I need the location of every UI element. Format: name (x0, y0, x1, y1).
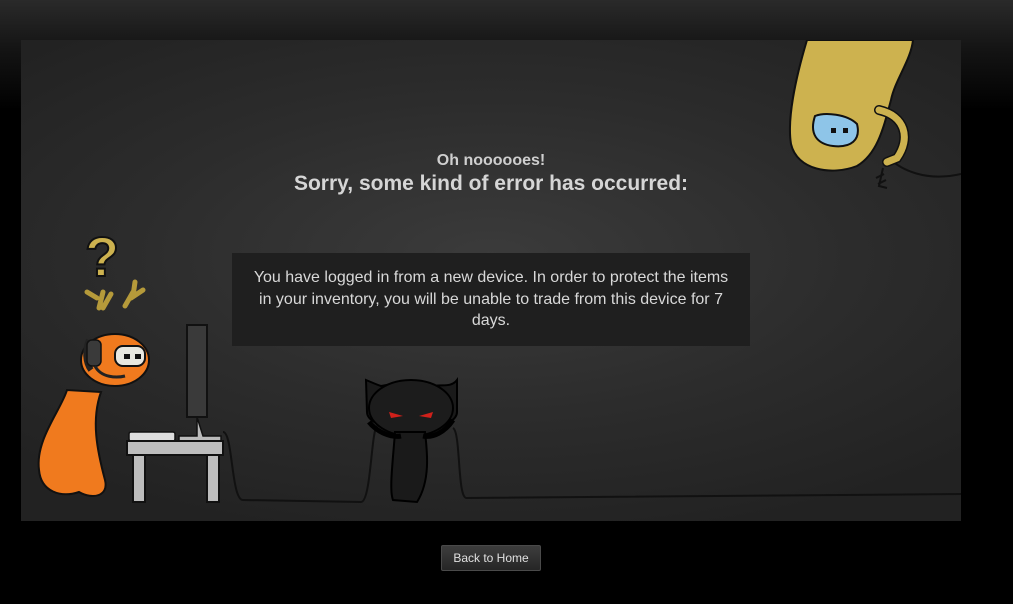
error-message-box: You have logged in from a new device. In… (232, 253, 750, 346)
error-panel: ? Oh noooooes! Sorry, some kind of error… (21, 40, 961, 521)
black-cat (364, 377, 458, 504)
floor-cable (222, 425, 961, 504)
back-to-home-button[interactable]: Back to Home (441, 545, 541, 571)
question-mark-icon: ? (85, 225, 119, 288)
error-title: Sorry, some kind of error has occurred: (293, 172, 689, 195)
error-exclamation: Oh noooooes! (436, 152, 546, 169)
error-message: You have logged in from a new device. In… (253, 269, 729, 329)
